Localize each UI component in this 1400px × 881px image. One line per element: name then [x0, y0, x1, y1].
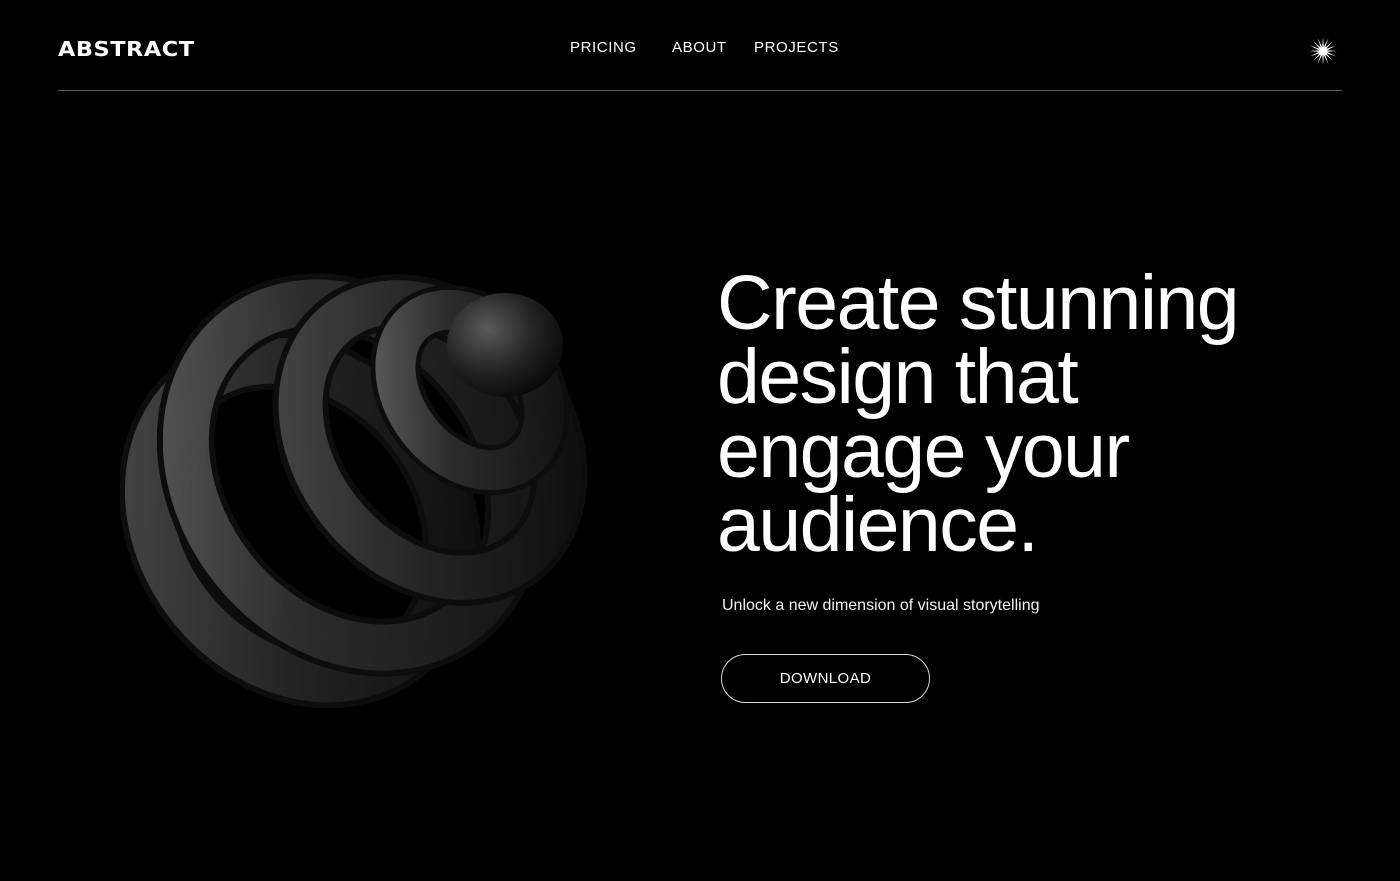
site-header: ABSTRACT PRICING ABOUT PROJECTS — [58, 0, 1342, 91]
headline-line: audience. — [717, 482, 1039, 568]
spiral-coil-image — [120, 273, 588, 709]
nav-link-projects[interactable]: PROJECTS — [754, 39, 839, 57]
hero-headline: Create stunning design that engage your … — [717, 265, 1337, 564]
download-button[interactable]: DOWNLOAD — [721, 654, 930, 703]
brand-logo[interactable]: ABSTRACT — [58, 36, 195, 62]
nav-link-about[interactable]: ABOUT — [672, 39, 727, 57]
nav-link-pricing[interactable]: PRICING — [570, 39, 637, 57]
hero-subtitle: Unlock a new dimension of visual storyte… — [722, 597, 1040, 614]
starburst-icon[interactable] — [1308, 36, 1338, 66]
